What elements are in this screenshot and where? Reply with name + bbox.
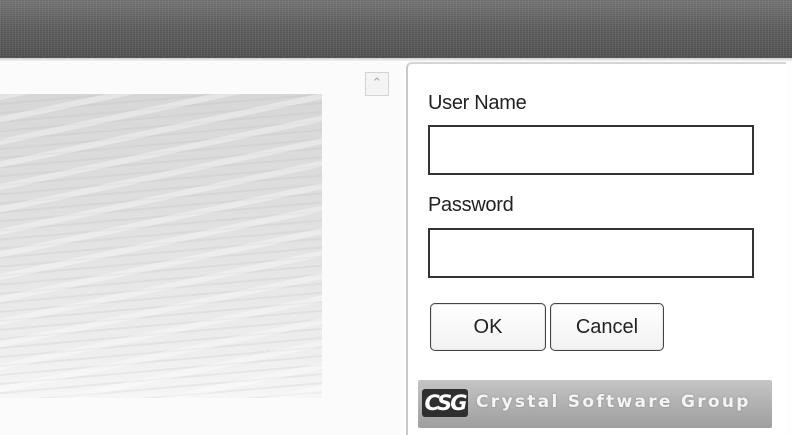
left-panel <box>0 62 402 435</box>
company-name: Crystal Software Group <box>476 392 751 412</box>
splash-image <box>0 94 322 398</box>
company-logo: CSG <box>422 389 468 417</box>
title-bar-divider <box>0 58 792 61</box>
password-input[interactable] <box>428 228 754 278</box>
ok-button[interactable]: OK <box>430 303 546 351</box>
brand-banner: CSG Crystal Software Group <box>418 380 772 428</box>
username-label: User Name <box>428 92 527 114</box>
cancel-button[interactable]: Cancel <box>550 303 664 351</box>
username-input[interactable] <box>428 125 754 175</box>
title-bar <box>0 0 792 58</box>
login-window: ⌃ User Name Password OK Cancel CSG Cryst… <box>0 0 792 435</box>
password-label: Password <box>428 194 514 216</box>
chevron-up-icon[interactable]: ⌃ <box>365 72 389 96</box>
